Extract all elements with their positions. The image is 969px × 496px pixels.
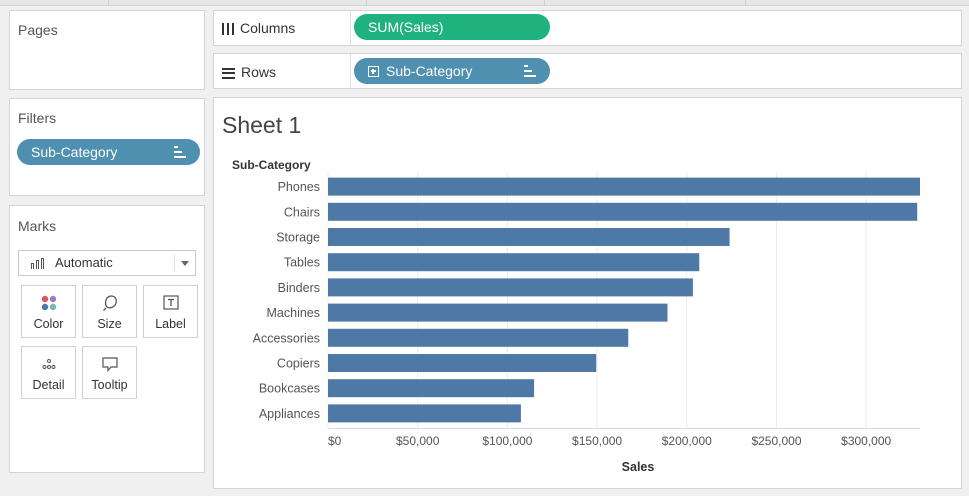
shelf-divider (350, 54, 351, 88)
columns-pill-label: SUM(Sales) (368, 19, 444, 35)
size-button[interactable]: Size (82, 285, 137, 338)
bar-chart[interactable]: Sub-Category Phones Chairs Storage Tables Bin… (214, 98, 961, 488)
x-axis-label: Sales (622, 460, 655, 474)
size-icon (102, 295, 117, 311)
marks-card[interactable]: Marks Automatic Color Size Label Detail … (9, 205, 205, 473)
category-label: Copiers (277, 357, 320, 371)
category-label: Storage (276, 231, 320, 245)
color-button-label: Color (33, 317, 64, 331)
bar[interactable] (328, 328, 629, 347)
category-label: Bookcases (259, 382, 320, 396)
tooltip-button-label: Tooltip (91, 378, 128, 392)
bar[interactable] (328, 303, 668, 322)
mark-type-dropdown[interactable]: Automatic (18, 250, 196, 276)
bar[interactable] (328, 177, 921, 196)
color-dots-icon (41, 295, 56, 311)
columns-shelf-label: Columns (222, 20, 295, 36)
chevron-down-icon[interactable] (181, 261, 189, 266)
bar[interactable] (328, 278, 693, 297)
detail-dots-icon (42, 359, 55, 369)
dropdown-divider (174, 255, 175, 271)
pages-card[interactable]: Pages (9, 10, 205, 90)
category-label: Tables (284, 256, 320, 270)
pages-card-title: Pages (18, 22, 58, 38)
toolbar-divider (745, 0, 746, 6)
rows-pill-sub-category[interactable]: Sub-Category (354, 58, 550, 84)
sort-descending-icon (524, 65, 536, 77)
filters-card-title: Filters (18, 110, 57, 126)
category-label: Appliances (259, 407, 320, 421)
columns-icon (222, 23, 234, 36)
detail-button-label: Detail (32, 378, 65, 392)
bar[interactable] (328, 404, 521, 423)
shelf-divider (350, 11, 351, 45)
sort-descending-icon (174, 146, 186, 158)
bar[interactable] (328, 202, 918, 221)
mark-type-value: Automatic (55, 255, 113, 270)
worksheet-view[interactable]: Sheet 1 Sub-Category Phones Chairs Storage T… (213, 97, 962, 489)
category-label: Chairs (284, 205, 320, 219)
rows-label-text: Rows (241, 64, 277, 80)
color-button[interactable]: Color (21, 285, 76, 338)
columns-shelf[interactable]: Columns SUM(Sales) (213, 10, 962, 46)
rows-pill-label: Sub-Category (386, 63, 473, 79)
rows-icon (222, 67, 235, 79)
tooltip-speech-bubble-icon (101, 357, 118, 373)
filter-pill-label: Sub-Category (31, 144, 118, 160)
bar[interactable] (328, 228, 730, 246)
label-button[interactable]: Label (143, 285, 198, 338)
y-axis-header: Sub-Category (232, 158, 311, 172)
detail-button[interactable]: Detail (21, 346, 76, 399)
x-tick-label: $250,000 (751, 434, 801, 448)
label-text-icon (162, 295, 179, 310)
toolbar-divider (108, 0, 109, 6)
filter-pill-sub-category[interactable]: Sub-Category (17, 139, 200, 165)
x-tick-label: $200,000 (662, 434, 712, 448)
top-toolbar-strip (0, 0, 969, 6)
x-tick-label: $0 (328, 434, 342, 448)
category-label: Machines (267, 306, 321, 320)
category-label: Phones (278, 180, 320, 194)
bar[interactable] (328, 354, 597, 372)
x-tick-label: $300,000 (841, 434, 891, 448)
rows-shelf[interactable]: Rows Sub-Category (213, 53, 962, 89)
tooltip-button[interactable]: Tooltip (82, 346, 137, 399)
x-tick-label: $50,000 (396, 434, 440, 448)
marks-card-title: Marks (18, 218, 57, 234)
x-tick-label: $100,000 (482, 434, 532, 448)
x-tick-label: $150,000 (572, 434, 622, 448)
columns-pill-sum-sales[interactable]: SUM(Sales) (354, 14, 550, 40)
expand-plus-icon[interactable] (368, 66, 379, 77)
category-label: Binders (278, 281, 320, 295)
toolbar-divider (544, 0, 545, 6)
columns-label-text: Columns (240, 20, 296, 36)
bar[interactable] (328, 379, 535, 398)
rows-shelf-label: Rows (222, 64, 276, 80)
label-button-label: Label (155, 317, 186, 331)
bar[interactable] (328, 253, 700, 272)
size-button-label: Size (97, 317, 122, 331)
automatic-bars-icon (31, 258, 49, 269)
filters-card[interactable]: Filters Sub-Category (9, 98, 205, 196)
toolbar-divider (366, 0, 367, 6)
category-label: Accessories (253, 331, 320, 345)
